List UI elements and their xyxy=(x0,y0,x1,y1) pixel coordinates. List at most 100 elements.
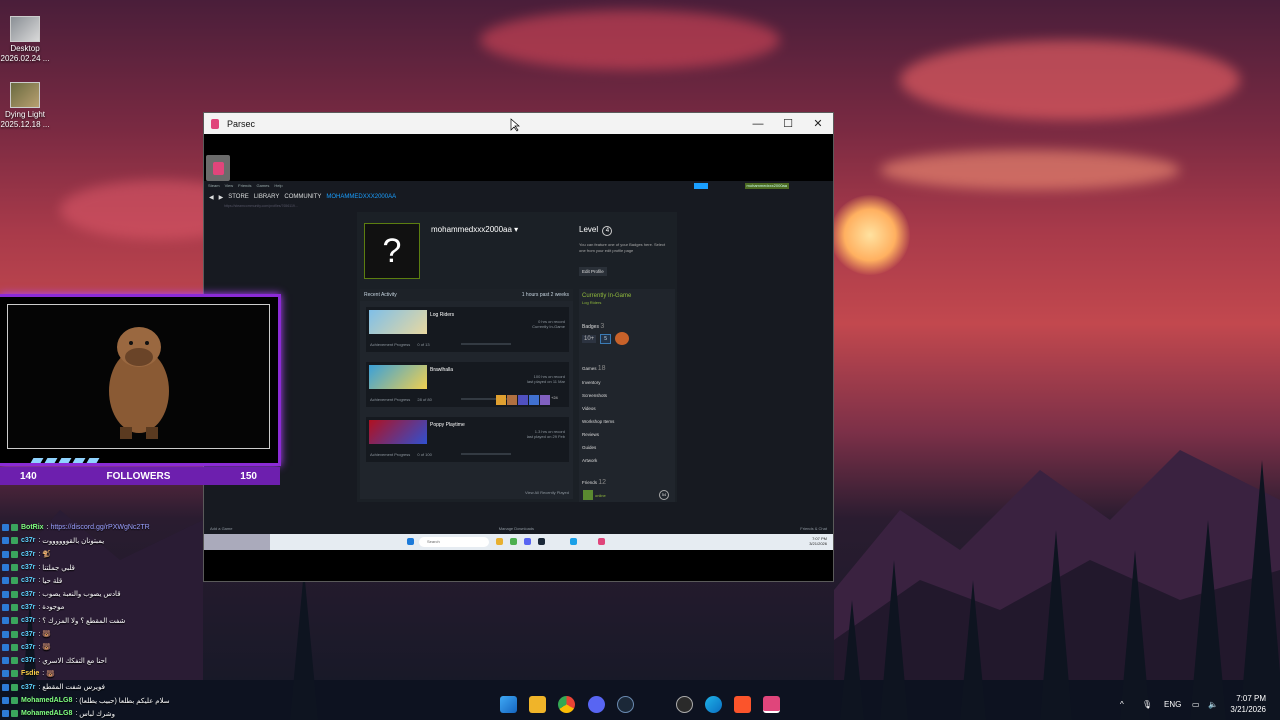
chat-message: c37r: قادس يصوب والنعبة يصوب xyxy=(2,587,262,600)
nav-profile[interactable]: MOHAMMEDXXX2000AA xyxy=(326,194,396,200)
menu-help[interactable]: Help xyxy=(274,183,282,188)
mouse-cursor-icon xyxy=(510,118,520,132)
obs-icon[interactable] xyxy=(676,696,693,713)
friends-count-badge[interactable]: 54 xyxy=(659,490,669,500)
chat-message: MohamedALG8: وشرك لباس xyxy=(2,707,262,720)
chrome-icon[interactable] xyxy=(558,696,575,713)
games-link[interactable]: Games 18 xyxy=(582,365,606,372)
friends-link[interactable]: Friends 12 xyxy=(582,479,606,486)
workshop-items-link[interactable]: Workshop Items xyxy=(582,419,614,424)
tree xyxy=(1120,550,1150,720)
parsec-icon[interactable] xyxy=(598,538,605,545)
achievement-icon[interactable] xyxy=(529,395,539,405)
game-card[interactable]: Brawlhalla 100 hrs on record last played … xyxy=(366,362,569,407)
chat-message: c37r: شفت المقطع ؟ ولا المزرك ؟ xyxy=(2,614,262,627)
user-account-badge[interactable]: mohammedxxx2000aa xyxy=(744,183,789,189)
guides-link[interactable]: Guides xyxy=(582,445,596,450)
tree xyxy=(880,560,908,720)
discord-icon[interactable] xyxy=(588,696,605,713)
game-card[interactable]: Log Riders 0 hrs on record Currently In-G… xyxy=(366,307,569,352)
network-icon[interactable]: ▭ xyxy=(1192,700,1200,709)
view-all-recently-played-link[interactable]: View All Recently Played xyxy=(525,490,569,495)
nav-store[interactable]: STORE xyxy=(228,194,249,200)
menu-steam[interactable]: Steam xyxy=(208,183,220,188)
achievement-icon[interactable] xyxy=(507,395,517,405)
followers-goal-bar: 140 FOLLOWERS 150 xyxy=(0,467,280,485)
steam-menubar: Steam View Friends Games Help xyxy=(204,181,833,190)
volume-icon[interactable]: 🔈 xyxy=(1208,700,1218,709)
file-explorer-icon[interactable] xyxy=(529,696,546,713)
achievement-more[interactable]: +24 xyxy=(551,395,563,405)
file-explorer-icon[interactable] xyxy=(496,538,503,545)
forward-icon[interactable]: ▶ xyxy=(219,194,224,201)
badge-icon[interactable]: 5 xyxy=(600,333,611,344)
windows-start-icon[interactable] xyxy=(407,538,414,545)
back-icon[interactable]: ◀ xyxy=(209,194,214,201)
reviews-link[interactable]: Reviews xyxy=(582,432,599,437)
inventory-link[interactable]: Inventory xyxy=(582,380,601,385)
achievement-icon[interactable] xyxy=(540,395,550,405)
desktop-shortcut-dying-light[interactable]: Dying Light 2025.12.18 ... xyxy=(0,82,55,130)
edge-icon[interactable] xyxy=(705,696,722,713)
level-badge: 4 xyxy=(602,226,613,236)
discord-icon[interactable] xyxy=(524,538,531,545)
language-indicator[interactable]: ENG xyxy=(1164,700,1181,709)
nav-library[interactable]: LIBRARY xyxy=(254,194,280,200)
parsec-overlay-button[interactable] xyxy=(206,155,230,181)
steam-icon[interactable] xyxy=(617,696,634,713)
profile-page: ? mohammedxxx2000aa ▾ Level 4 You can fe… xyxy=(357,212,677,502)
badges-link[interactable]: Badges 3 xyxy=(582,323,604,330)
game-capsule-brawlhalla[interactable] xyxy=(369,365,427,389)
chrome-icon[interactable] xyxy=(510,538,517,545)
edit-profile-button[interactable]: Edit Profile xyxy=(579,267,607,276)
edge-icon[interactable] xyxy=(570,538,577,545)
badge-icon[interactable] xyxy=(614,332,629,345)
achievement-icons: +24 xyxy=(496,395,563,405)
avatar[interactable]: ? xyxy=(364,223,420,279)
desktop-shortcut-desktop[interactable]: Desktop 2026.02.24 ... xyxy=(0,16,55,64)
game-capsule-poppy-playtime[interactable] xyxy=(369,420,427,444)
friends-chat-button[interactable]: Friends & Chat xyxy=(800,526,827,531)
steam-footer: Add a Game Manage Downloads Friends & Ch… xyxy=(204,522,833,534)
game-card[interactable]: Poppy Playtime 1.3 hrs on record last pla… xyxy=(366,417,569,462)
steam-icon[interactable] xyxy=(538,538,545,545)
show-hidden-icons[interactable]: ^ xyxy=(1120,700,1124,709)
chat-message: c37r: قلة حيا xyxy=(2,574,262,587)
notification-badge[interactable] xyxy=(694,183,708,189)
brave-icon[interactable] xyxy=(734,696,751,713)
chat-message: c37r: احنا مع التفكك الاسري xyxy=(2,654,262,667)
steam-client: Steam View Friends Games Help mohammedxx… xyxy=(204,181,833,534)
maximize-button[interactable]: ☐ xyxy=(773,113,803,134)
badge-icon[interactable]: 10+ xyxy=(582,334,597,343)
game-capsule-log-riders[interactable] xyxy=(369,310,427,334)
webcam-feed xyxy=(7,304,270,449)
windows-start-icon[interactable] xyxy=(500,696,517,713)
artwork-link[interactable]: Artwork xyxy=(582,458,597,463)
menu-friends[interactable]: Friends xyxy=(238,183,251,188)
webcam-frame xyxy=(0,294,281,466)
steam-nav: ◀ ▶ STORE LIBRARY COMMUNITY MOHAMMEDXXX2… xyxy=(204,190,833,204)
parsec-icon[interactable] xyxy=(763,696,780,713)
menu-games[interactable]: Games xyxy=(257,183,270,188)
videos-link[interactable]: Videos xyxy=(582,406,596,411)
achievement-icon[interactable] xyxy=(518,395,528,405)
microphone-icon[interactable]: 🎙 xyxy=(1142,700,1152,709)
window-title: Parsec xyxy=(227,118,256,129)
nav-community[interactable]: COMMUNITY xyxy=(284,194,321,200)
profile-name[interactable]: mohammedxxx2000aa ▾ xyxy=(431,225,518,234)
cloud xyxy=(480,10,780,70)
minimize-button[interactable]: — xyxy=(743,113,773,134)
in-game-title[interactable]: Log Riders xyxy=(582,300,601,305)
parsec-window: Parsec — ☐ ✕ Steam View Friends Games He… xyxy=(203,112,834,582)
host-clock[interactable]: 7:07 PM 3/21/2026 xyxy=(1230,693,1266,715)
remote-search-box[interactable]: Search xyxy=(419,537,489,547)
close-button[interactable]: ✕ xyxy=(803,113,833,134)
friend-avatar[interactable] xyxy=(583,490,593,500)
manage-downloads-button[interactable]: Manage Downloads xyxy=(499,526,534,531)
menu-view[interactable]: View xyxy=(225,183,234,188)
remote-clock[interactable]: 7:07 PM 3/21/2026 xyxy=(809,536,827,546)
achievement-progress-bar xyxy=(461,453,511,455)
achievement-icon[interactable] xyxy=(496,395,506,405)
url-bar[interactable]: https://steamcommunity.com/profiles/7656… xyxy=(204,204,833,211)
screenshots-link[interactable]: Screenshots xyxy=(582,393,607,398)
